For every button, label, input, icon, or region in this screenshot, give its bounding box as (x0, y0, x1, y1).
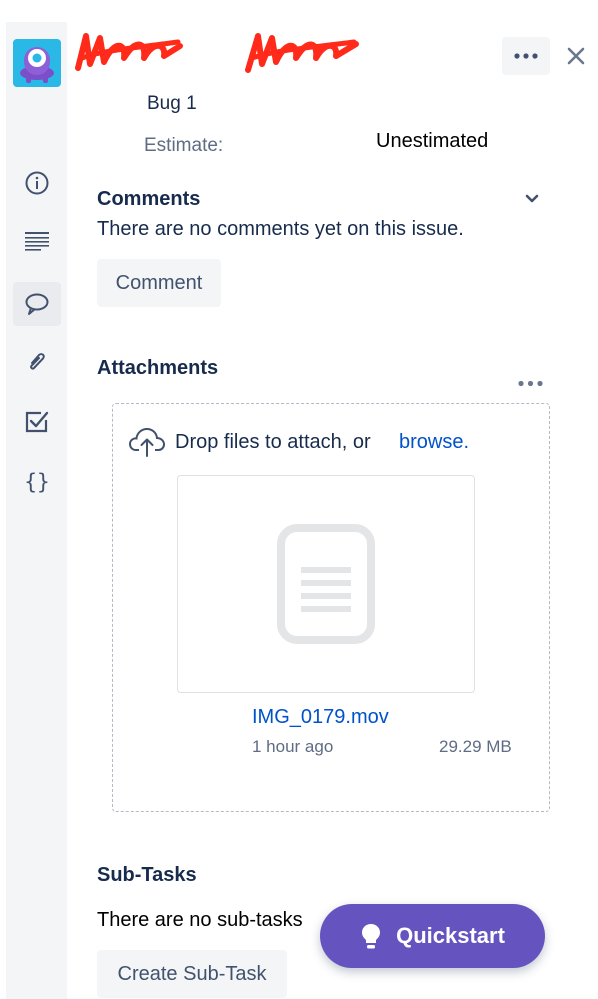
lightbulb-icon (362, 924, 381, 949)
create-subtask-button[interactable]: Create Sub-Task (97, 950, 287, 998)
svg-text:{}: {} (24, 470, 49, 494)
code-braces-icon[interactable]: {} (13, 460, 61, 504)
drop-files-text: Drop files to attach, or (175, 431, 371, 453)
comments-icon[interactable] (13, 282, 61, 326)
close-icon (567, 47, 585, 65)
attachment-thumbnail[interactable] (177, 475, 475, 693)
chevron-down-icon (525, 194, 539, 203)
more-horizontal-icon (514, 53, 538, 59)
comment-button[interactable]: Comment (97, 259, 221, 307)
attachment-file-name[interactable]: IMG_0179.mov (252, 706, 389, 729)
quickstart-button[interactable]: Quickstart (320, 904, 545, 968)
estimate-label: Estimate: (144, 135, 224, 156)
more-horizontal-icon (518, 380, 543, 387)
attachments-heading: Attachments (97, 357, 219, 379)
description-icon[interactable] (13, 220, 61, 264)
subtasks-heading: Sub-Tasks (97, 864, 197, 886)
comments-empty-text: There are no comments yet on this issue. (97, 218, 464, 240)
estimate-value[interactable]: Unestimated (376, 130, 488, 153)
issue-summary: Bug 1 (147, 93, 197, 114)
monster-logo-icon (20, 47, 54, 83)
cloud-upload-icon (128, 425, 166, 462)
close-button[interactable] (566, 46, 586, 71)
details-icon[interactable] (13, 161, 61, 205)
attachment-size: 29.29 MB (439, 737, 512, 756)
app-logo[interactable] (13, 39, 61, 87)
comments-collapse-toggle[interactable] (524, 192, 540, 211)
attachment-icon[interactable] (13, 340, 61, 384)
comments-heading: Comments (97, 188, 201, 210)
attachments-more-button[interactable] (517, 374, 544, 392)
browse-link[interactable]: browse. (399, 431, 469, 454)
subtasks-empty-text: There are no sub-tasks (97, 909, 303, 931)
document-icon (277, 524, 375, 644)
redaction-scribble (75, 33, 183, 71)
quickstart-label: Quickstart (396, 923, 505, 948)
checklist-icon[interactable] (13, 400, 61, 444)
redaction-scribble (245, 33, 359, 73)
attachment-time: 1 hour ago (252, 737, 334, 756)
more-actions-button[interactable] (502, 37, 550, 75)
